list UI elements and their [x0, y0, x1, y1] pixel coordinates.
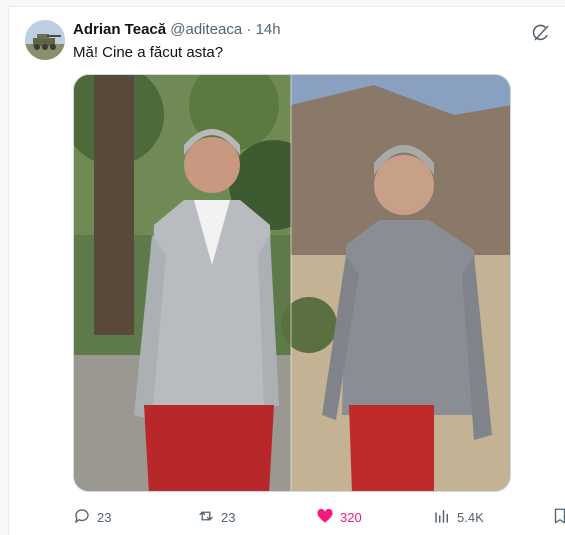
- tweet-media-photo[interactable]: [73, 74, 511, 492]
- grok-icon[interactable]: [531, 23, 551, 43]
- like-icon: [316, 507, 334, 528]
- tweet-card[interactable]: Adrian Teacă @aditeaca · 14h Mă! Cine a …: [8, 6, 565, 535]
- retweet-button[interactable]: 23: [197, 507, 235, 528]
- bookmark-icon: [551, 507, 565, 528]
- like-button[interactable]: 320: [316, 507, 362, 528]
- bookmark-button[interactable]: [551, 507, 565, 528]
- separator-dot: ·: [246, 21, 252, 38]
- author-handle[interactable]: @aditeaca: [170, 21, 242, 38]
- retweet-icon: [197, 507, 215, 528]
- views-icon: [433, 507, 451, 528]
- author-name[interactable]: Adrian Teacă: [73, 21, 166, 38]
- author-avatar[interactable]: [25, 20, 65, 60]
- tweet-time[interactable]: 14h: [256, 21, 281, 38]
- views-count: 5.4K: [457, 510, 484, 525]
- like-count: 320: [340, 510, 362, 525]
- tweet-header: Adrian Teacă @aditeaca · 14h: [73, 21, 281, 38]
- tweet-actions: 23 23 320 5.4K: [73, 507, 565, 528]
- retweet-count: 23: [221, 510, 236, 525]
- reply-count: 23: [97, 510, 112, 525]
- tweet-text: Mă! Cine a făcut asta?: [73, 44, 224, 61]
- reply-icon: [73, 507, 91, 528]
- reply-button[interactable]: 23: [73, 507, 111, 528]
- views-button[interactable]: 5.4K: [433, 507, 484, 528]
